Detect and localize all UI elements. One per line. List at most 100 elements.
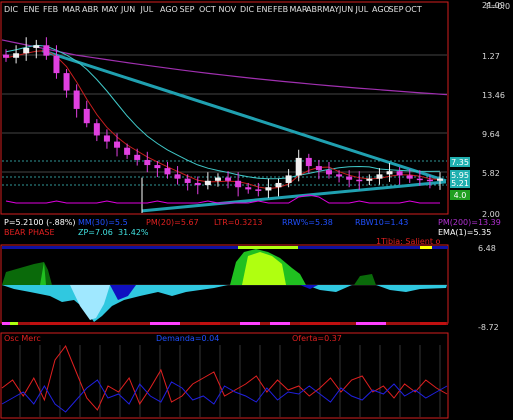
- price-axis-label: 5.82: [482, 169, 500, 178]
- candle-body: [23, 47, 30, 54]
- month-label: DIC: [4, 5, 19, 14]
- strip-segment: [420, 246, 432, 249]
- strip-segment: [240, 322, 260, 325]
- month-label: JUL: [140, 5, 154, 14]
- candle-body: [255, 189, 262, 191]
- candle-body: [275, 182, 282, 188]
- month-label: DIC: [240, 5, 255, 14]
- month-label: AGO: [372, 5, 390, 14]
- candle-body: [114, 141, 121, 148]
- candle-body: [336, 174, 343, 177]
- candle-body: [194, 182, 201, 186]
- candle-body: [225, 177, 232, 181]
- month-label: AGO: [160, 5, 178, 14]
- candle-body: [235, 180, 242, 188]
- candle-body: [124, 147, 131, 155]
- info-value: EMA(1)=5.35: [438, 228, 491, 237]
- candle-body: [103, 135, 110, 142]
- strip-segment: [238, 246, 298, 249]
- price-axis-label: 21.09: [482, 1, 505, 10]
- candle-body: [73, 90, 80, 109]
- candle-body: [325, 170, 332, 175]
- candle-body: [416, 178, 423, 181]
- month-label: JUN: [120, 5, 135, 14]
- strip-segment: [2, 322, 10, 325]
- info-value: LTR=0.3213: [214, 218, 263, 227]
- strip-segment: [356, 322, 386, 325]
- candle-body: [13, 53, 20, 58]
- candle-body: [285, 175, 292, 183]
- month-label: ABR: [306, 5, 323, 14]
- price-axis-label: 13.46: [482, 91, 505, 100]
- price-axis-label: 1.27: [482, 52, 500, 61]
- candle-body: [43, 45, 50, 56]
- info-value: ZP=7.06: [78, 228, 113, 237]
- candle-body: [174, 174, 181, 179]
- candle-body: [3, 54, 9, 58]
- oscillator-bottom-value: -8.72: [478, 323, 499, 332]
- month-label: SEP: [180, 5, 195, 14]
- strip-segment: [2, 246, 448, 249]
- price-axis-label: 9.64: [482, 130, 500, 139]
- candle-body: [305, 157, 312, 167]
- candle-body: [346, 176, 353, 180]
- month-label: SEP: [389, 5, 404, 14]
- right-value-text: 7.35: [451, 158, 469, 167]
- candle-body: [396, 171, 403, 176]
- oscillator-top-strip: [2, 246, 448, 249]
- month-label: MAY: [323, 5, 340, 14]
- candle-body: [406, 175, 413, 179]
- candle-body: [164, 168, 171, 175]
- right-value-text: 5.21: [451, 179, 469, 188]
- info-value: P=5.2100 (-.88%): [4, 218, 76, 227]
- info-value: 31.42%: [118, 228, 149, 237]
- stock-chart: DIC ENE FEB MAR ABR MAY JUN JUL AGO SEP OCT NOV DIC E…: [0, 0, 513, 420]
- candle-body: [214, 177, 221, 181]
- month-label: NOV: [219, 5, 237, 14]
- strip-segment: [30, 322, 90, 325]
- candle-body: [144, 159, 151, 166]
- info-value: BEAR PHASE: [4, 228, 55, 237]
- right-value-boxes: 7.355.955.214.0: [450, 157, 470, 200]
- month-label: MAR: [63, 5, 81, 14]
- month-label: ENE: [257, 5, 273, 14]
- candle-body: [295, 157, 302, 176]
- strip-segment: [300, 322, 340, 325]
- info-value: PM(20)=5.67: [146, 218, 199, 227]
- candle-body: [204, 180, 211, 186]
- month-label: JUN: [338, 5, 353, 14]
- info-value: RBW10=1.43: [355, 218, 408, 227]
- candle-body: [386, 171, 393, 175]
- month-label: OCT: [199, 5, 216, 14]
- bottom-label: Osc Merc: [4, 334, 41, 343]
- info-value: RRW%=5.38: [282, 218, 333, 227]
- candle-body: [154, 165, 161, 169]
- bottom-label: Demanda=0.04: [156, 334, 219, 343]
- candle-body: [245, 187, 252, 190]
- month-label: ENE: [24, 5, 40, 14]
- candle-body: [53, 55, 60, 74]
- oscillator-bottom-strip: [2, 322, 448, 325]
- month-label: OCT: [405, 5, 422, 14]
- candle-body: [33, 45, 40, 48]
- candle-body: [134, 154, 141, 160]
- candle-body: [315, 166, 322, 171]
- month-label: FEB: [273, 5, 288, 14]
- candle-body: [426, 179, 433, 182]
- month-label: ABR: [82, 5, 99, 14]
- candle-body: [83, 108, 90, 124]
- info-value: PM(200)=13.39: [438, 218, 501, 227]
- candle-body: [184, 178, 191, 183]
- candle-body: [376, 174, 383, 179]
- bottom-label: Oferta=0.37: [292, 334, 342, 343]
- month-label: FEB: [43, 5, 58, 14]
- strip-segment: [10, 322, 18, 325]
- strip-segment: [420, 322, 446, 325]
- right-value-text: 4.0: [454, 191, 467, 200]
- oscillator-top-value: 6.48: [478, 244, 496, 253]
- strip-segment: [150, 322, 180, 325]
- month-label: MAY: [102, 5, 119, 14]
- candle-body: [437, 178, 443, 181]
- oscillator-top-label: 1Tibia: Salient o: [376, 237, 440, 246]
- candle-body: [366, 178, 373, 181]
